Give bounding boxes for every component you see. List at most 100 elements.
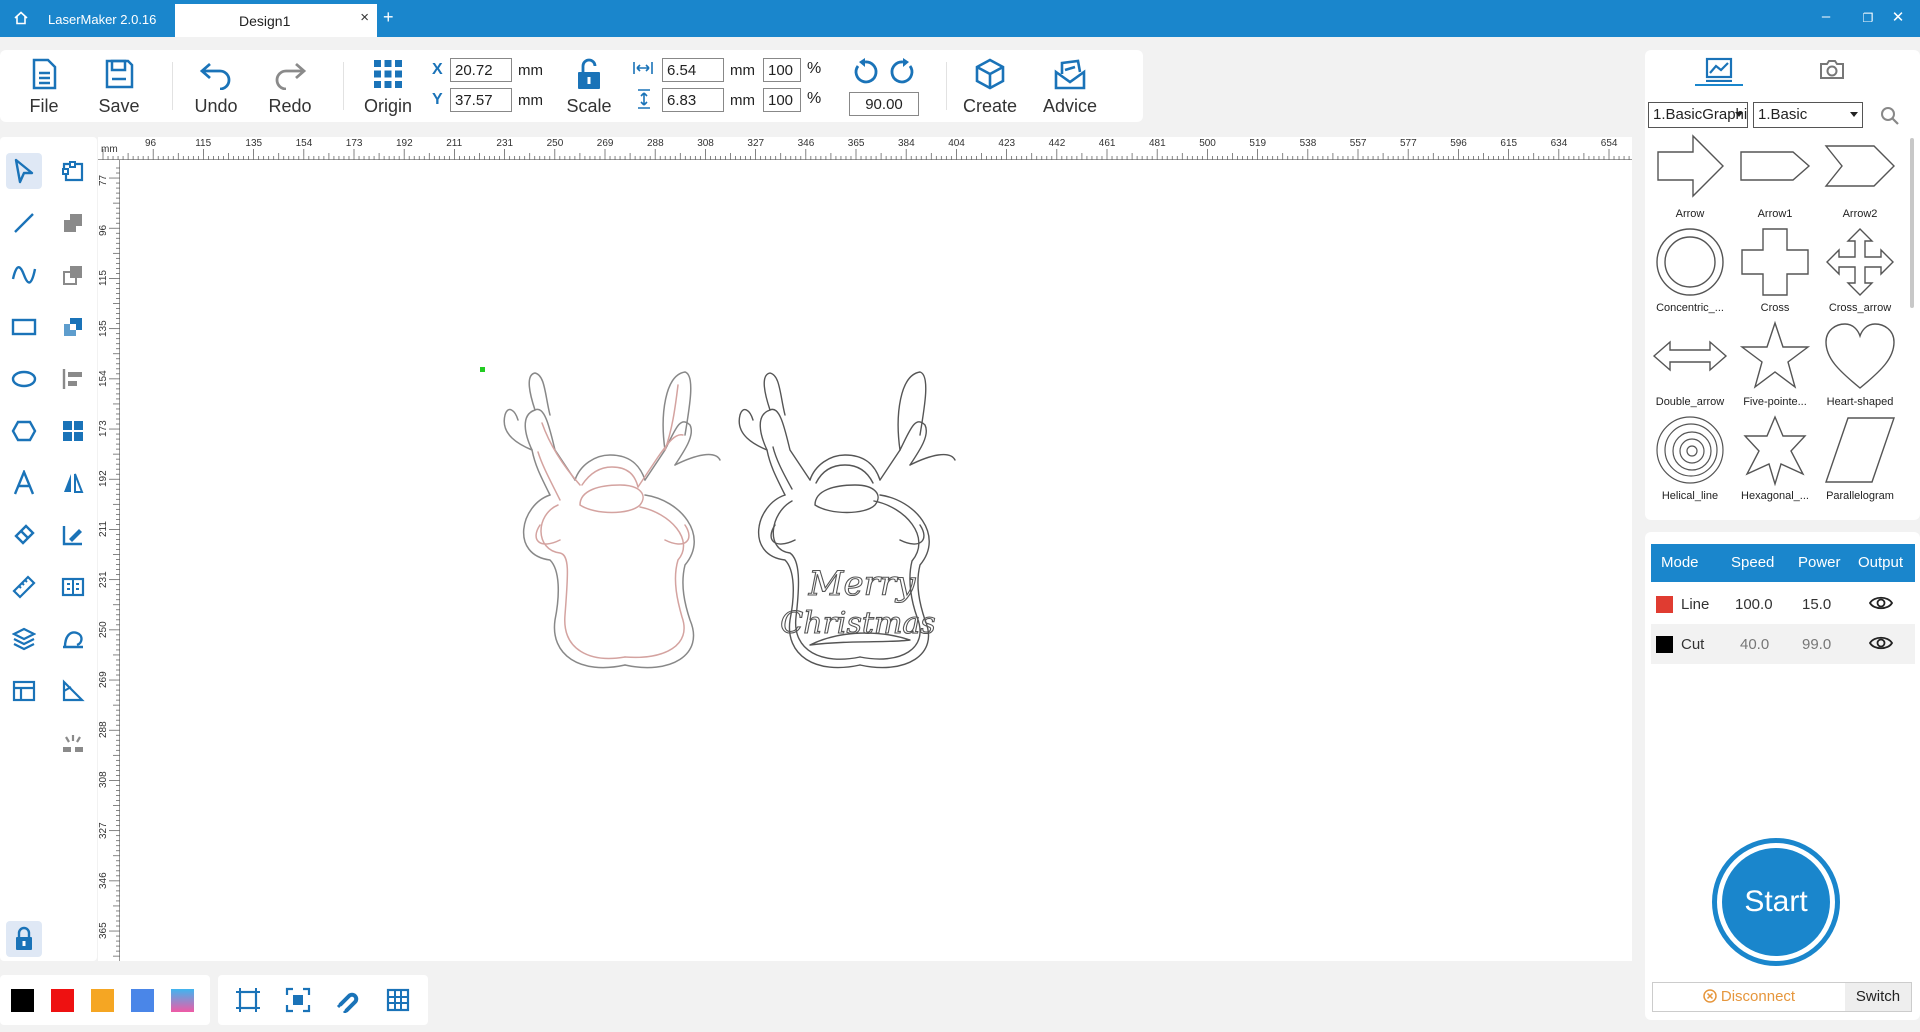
origin-button[interactable]: Origin bbox=[356, 58, 420, 120]
color-swatch-red[interactable] bbox=[51, 989, 74, 1012]
undo-button[interactable]: Undo bbox=[184, 58, 248, 120]
group-tool[interactable] bbox=[55, 569, 91, 605]
tab-close-icon[interactable]: × bbox=[360, 9, 369, 26]
lock-tool[interactable] bbox=[6, 921, 42, 957]
subtract-tool[interactable] bbox=[55, 257, 91, 293]
shape-arrow[interactable]: Arrow bbox=[1648, 132, 1732, 226]
redo-button[interactable]: Redo bbox=[258, 58, 322, 120]
shape-cross[interactable]: Cross bbox=[1733, 226, 1817, 320]
layer-power[interactable]: 99.0 bbox=[1802, 636, 1831, 653]
shape-helical-line[interactable]: Helical_line bbox=[1648, 414, 1732, 508]
shape-label: Helical_line bbox=[1661, 490, 1719, 502]
ruler-label: 327 bbox=[98, 821, 109, 839]
eye-icon[interactable] bbox=[1869, 594, 1893, 612]
create-button[interactable]: Create bbox=[958, 58, 1022, 120]
ruler-label: 519 bbox=[1249, 138, 1267, 149]
layer-power[interactable]: 15.0 bbox=[1802, 596, 1831, 613]
library-select[interactable]: 1.BasicGraphics bbox=[1648, 102, 1748, 128]
shape-double-arrow[interactable]: Double_arrow bbox=[1648, 320, 1732, 414]
select-tool[interactable] bbox=[6, 153, 42, 189]
ruler-label: 154 bbox=[295, 138, 313, 149]
eye-icon[interactable] bbox=[1869, 634, 1893, 652]
shape-cross-arrow[interactable]: Cross_arrow bbox=[1818, 226, 1902, 320]
rotation-input[interactable] bbox=[849, 92, 919, 116]
ellipse-tool[interactable] bbox=[6, 361, 42, 397]
layer-speed[interactable]: 100.0 bbox=[1735, 596, 1773, 613]
home-icon[interactable] bbox=[14, 11, 28, 25]
rotary-tool[interactable] bbox=[55, 621, 91, 657]
layer-row-line[interactable]: Line 100.0 15.0 bbox=[1651, 584, 1915, 624]
minimize-button[interactable]: ‒ bbox=[1816, 8, 1836, 25]
helical-line-icon bbox=[1656, 416, 1724, 484]
shape-arrow2[interactable]: Arrow2 bbox=[1818, 132, 1902, 226]
laser-path-tool[interactable] bbox=[55, 673, 91, 709]
mirror-tool[interactable] bbox=[55, 465, 91, 501]
tab-graphics[interactable] bbox=[1704, 56, 1734, 82]
edit-path-tool[interactable] bbox=[55, 517, 91, 553]
shape-hexagonal-star[interactable]: Hexagonal_... bbox=[1733, 414, 1817, 508]
y-position-input[interactable] bbox=[450, 88, 512, 112]
category-select[interactable]: 1.Basic bbox=[1753, 102, 1863, 128]
selection-handle[interactable] bbox=[480, 367, 485, 372]
file-button[interactable]: File bbox=[12, 58, 76, 120]
height-input[interactable] bbox=[662, 88, 724, 112]
fit-page-icon[interactable] bbox=[235, 987, 261, 1013]
layer-color-chip[interactable] bbox=[1656, 596, 1673, 613]
width-percent-input[interactable] bbox=[763, 58, 801, 82]
node-edit-tool[interactable] bbox=[55, 153, 91, 189]
eraser-tool[interactable] bbox=[6, 517, 42, 553]
shape-list-scrollbar[interactable] bbox=[1910, 138, 1914, 308]
array-tool[interactable] bbox=[55, 413, 91, 449]
ruler-label: 481 bbox=[1149, 138, 1166, 149]
layer-row-cut[interactable]: Cut 40.0 99.0 bbox=[1651, 624, 1915, 664]
align-tool[interactable] bbox=[55, 361, 91, 397]
layer-color-chip[interactable] bbox=[1656, 636, 1673, 653]
curve-tool[interactable] bbox=[6, 257, 42, 293]
disconnect-button[interactable]: Disconnect bbox=[1653, 983, 1845, 1011]
tab-camera[interactable] bbox=[1818, 57, 1846, 81]
rectangle-tool[interactable] bbox=[6, 309, 42, 345]
restore-button[interactable]: ❐ bbox=[1858, 11, 1878, 25]
color-swatch-black[interactable] bbox=[11, 989, 34, 1012]
color-swatch-orange[interactable] bbox=[91, 989, 114, 1012]
shape-arrow1[interactable]: Arrow1 bbox=[1733, 132, 1817, 226]
undo-icon bbox=[199, 62, 231, 90]
shape-heart[interactable]: Heart-shaped bbox=[1818, 320, 1902, 414]
search-icon[interactable] bbox=[1880, 106, 1900, 126]
tab-design1[interactable]: Design1 × bbox=[175, 4, 377, 37]
fit-selection-icon[interactable] bbox=[285, 987, 311, 1013]
tab-label: Design1 bbox=[239, 13, 291, 29]
height-percent-input[interactable] bbox=[763, 88, 801, 112]
layers-tool[interactable] bbox=[6, 621, 42, 657]
polygon-tool[interactable] bbox=[6, 413, 42, 449]
grid-toggle-icon[interactable] bbox=[385, 987, 411, 1013]
color-swatch-blue[interactable] bbox=[131, 989, 154, 1012]
shape-parallelogram[interactable]: Parallelogram bbox=[1818, 414, 1902, 508]
layout-tool[interactable] bbox=[6, 673, 42, 709]
shape-concentric-circle[interactable]: Concentric_... bbox=[1648, 226, 1732, 320]
close-window-button[interactable]: ✕ bbox=[1888, 8, 1908, 26]
rotate-ccw-icon[interactable] bbox=[851, 58, 879, 86]
reindeer-ornament-left[interactable] bbox=[503, 371, 721, 669]
x-position-input[interactable] bbox=[450, 58, 512, 82]
shape-five-pointed-star[interactable]: Five-pointe... bbox=[1733, 320, 1817, 414]
advice-button[interactable]: Advice bbox=[1038, 58, 1102, 120]
width-input[interactable] bbox=[662, 58, 724, 82]
add-tab-button[interactable]: + bbox=[383, 7, 394, 28]
rotate-cw-icon[interactable] bbox=[889, 58, 917, 86]
color-swatch-gradient[interactable] bbox=[171, 989, 194, 1012]
scale-lock-button[interactable]: Scale bbox=[557, 58, 621, 120]
text-tool[interactable] bbox=[6, 465, 42, 501]
start-button[interactable]: Start bbox=[1712, 838, 1840, 966]
design-artwork[interactable]: Merry Christmas bbox=[480, 355, 1060, 675]
switch-button[interactable]: Switch bbox=[1845, 983, 1911, 1011]
snap-magnet-icon[interactable] bbox=[335, 987, 361, 1013]
shape-label: Cross_arrow bbox=[1828, 302, 1892, 314]
layer-speed[interactable]: 40.0 bbox=[1740, 636, 1769, 653]
save-button[interactable]: Save bbox=[87, 58, 151, 120]
measure-tool[interactable] bbox=[6, 569, 42, 605]
intersect-tool[interactable] bbox=[55, 309, 91, 345]
laser-beam-tool[interactable] bbox=[55, 725, 91, 761]
line-tool[interactable] bbox=[6, 205, 42, 241]
union-tool[interactable] bbox=[55, 205, 91, 241]
